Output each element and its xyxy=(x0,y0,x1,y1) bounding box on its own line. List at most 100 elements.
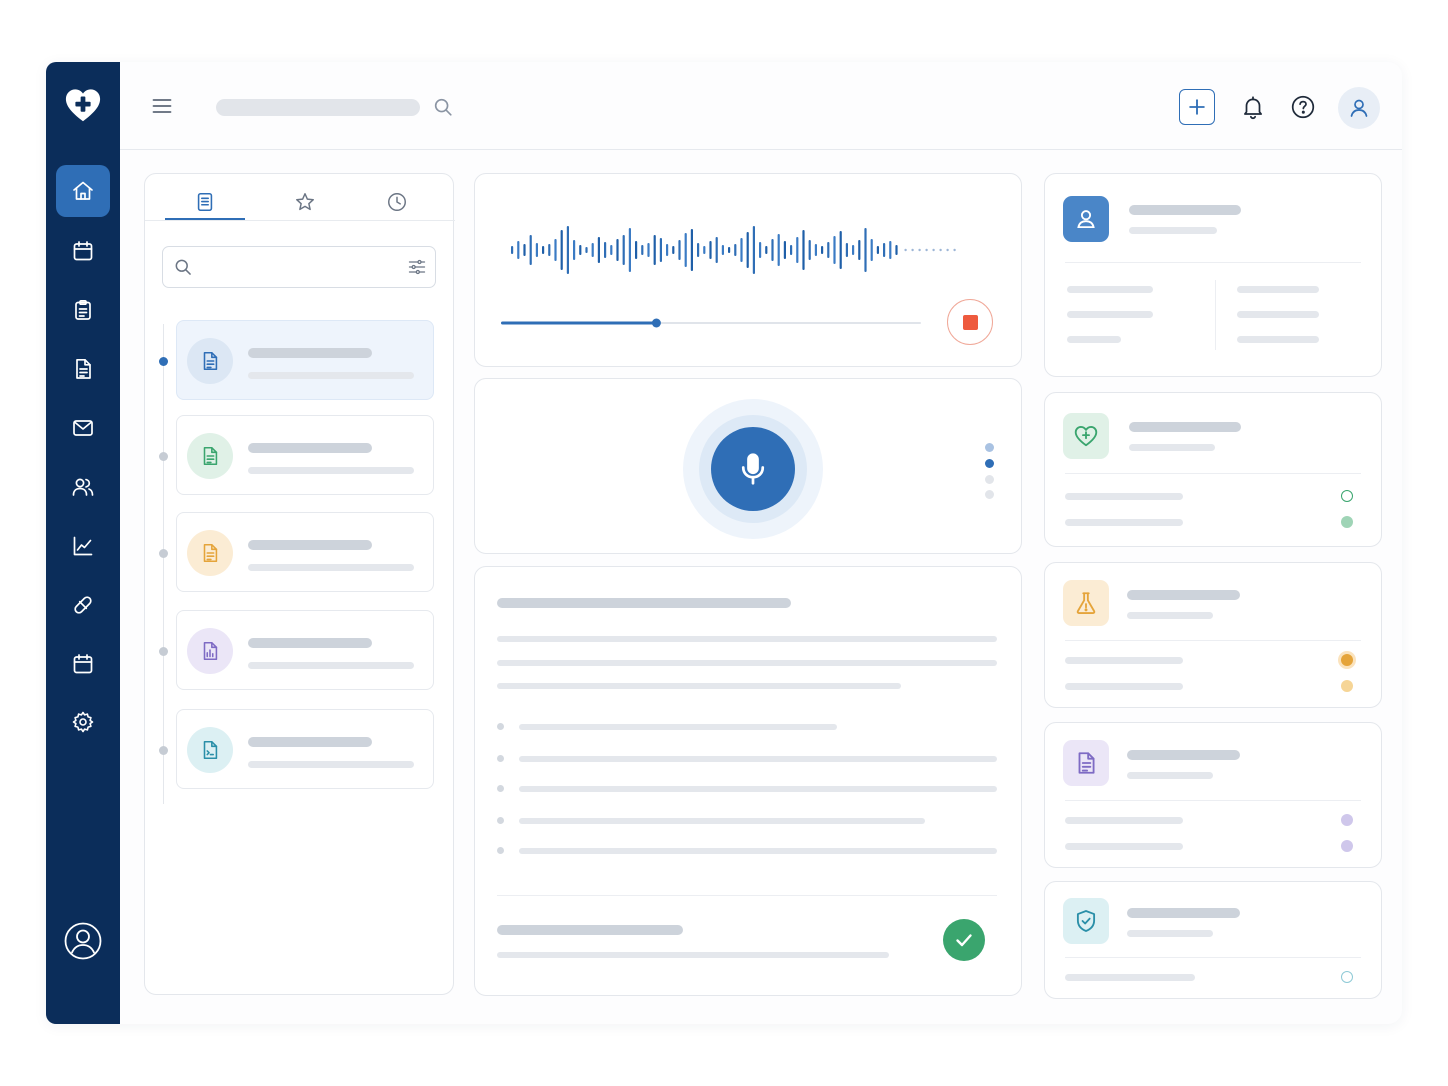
app-window xyxy=(46,62,1402,1024)
settings-icon xyxy=(71,710,95,734)
record-subtitle-placeholder xyxy=(248,467,414,474)
signature-title-placeholder xyxy=(497,925,683,935)
search-button[interactable] xyxy=(432,96,454,118)
record-subtitle-placeholder xyxy=(248,761,414,768)
record-title-placeholder xyxy=(248,348,372,358)
waveform-bar xyxy=(845,243,848,257)
waveform-bar xyxy=(752,226,755,274)
stop-recording-button[interactable] xyxy=(947,299,993,345)
playback-progress-slider[interactable] xyxy=(501,316,921,330)
timeline-dot xyxy=(159,549,168,558)
status-dot xyxy=(1341,654,1353,666)
sidebar-item-clipboard[interactable] xyxy=(56,284,110,336)
tab-history[interactable] xyxy=(357,184,437,220)
status-dot xyxy=(1341,971,1353,983)
status-dot xyxy=(1341,680,1353,692)
waveform-bar xyxy=(721,245,724,255)
bullet xyxy=(497,785,504,792)
record-title-placeholder xyxy=(248,638,372,648)
tab-notes[interactable] xyxy=(165,184,245,220)
divider xyxy=(1065,800,1361,801)
help-button[interactable] xyxy=(1290,94,1316,120)
confirm-button[interactable] xyxy=(943,919,985,961)
profile-button[interactable] xyxy=(62,920,104,962)
record-item[interactable] xyxy=(176,415,434,495)
detail-line xyxy=(1067,336,1121,343)
labs-subtitle-placeholder xyxy=(1127,612,1213,619)
vitals-subtitle-placeholder xyxy=(1129,444,1215,451)
waveform-bar xyxy=(802,230,805,270)
sidebar-item-patients[interactable] xyxy=(56,461,110,513)
waveform-bar xyxy=(783,241,786,259)
user-avatar-button[interactable] xyxy=(1338,87,1380,129)
waveform-bar xyxy=(777,234,780,266)
detail-line xyxy=(1237,336,1319,343)
waveform-bar xyxy=(579,245,582,255)
sidebar-item-documents[interactable] xyxy=(56,343,110,395)
slider-thumb[interactable] xyxy=(651,318,661,328)
record-subtitle-placeholder xyxy=(248,564,414,571)
patient-name-placeholder xyxy=(1129,205,1241,215)
bullet xyxy=(497,755,504,762)
waveform-bar xyxy=(870,239,873,261)
waveform-bar xyxy=(585,247,588,253)
sidebar-item-settings[interactable] xyxy=(56,696,110,748)
waveform-bar xyxy=(765,246,768,254)
sidebar-item-schedule[interactable] xyxy=(56,638,110,690)
sidebar-item-calendar[interactable] xyxy=(56,225,110,277)
waveform-pending-dot xyxy=(946,248,949,252)
notifications-button[interactable] xyxy=(1240,94,1266,120)
waveform-bar xyxy=(560,230,563,270)
waveform-bar xyxy=(808,240,811,260)
timeline-dot xyxy=(159,647,168,656)
dictation-card xyxy=(474,378,1022,554)
filter-sliders-icon[interactable] xyxy=(407,257,427,277)
search-input[interactable] xyxy=(216,99,420,116)
record-title-placeholder xyxy=(248,737,372,747)
waveform-bar xyxy=(728,247,731,253)
heart-pulse-icon xyxy=(1063,413,1109,459)
document-icon xyxy=(187,433,233,479)
note-text-line xyxy=(497,636,997,642)
waveform-bar xyxy=(759,242,762,258)
record-item[interactable] xyxy=(176,709,434,789)
waveform-bar xyxy=(796,237,799,263)
filter-search-input[interactable] xyxy=(203,257,393,279)
step-indicator-dot xyxy=(985,475,994,484)
step-indicator-dot xyxy=(985,490,994,499)
note-list-line xyxy=(519,818,925,824)
status-dot xyxy=(1341,840,1353,852)
help-icon xyxy=(1290,94,1316,120)
divider xyxy=(1065,473,1361,474)
step-indicator-dot xyxy=(985,443,994,452)
sidebar-item-messages[interactable] xyxy=(56,402,110,454)
waveform-bar xyxy=(839,231,842,269)
sidebar-item-medications[interactable] xyxy=(56,579,110,631)
record-item[interactable] xyxy=(176,610,434,690)
waveform-bar xyxy=(635,241,638,259)
sidebar-item-home[interactable] xyxy=(56,165,110,217)
clipboard-icon xyxy=(71,298,95,322)
waveform-bar xyxy=(672,246,675,254)
waveform-bar xyxy=(684,233,687,267)
microphone-button[interactable] xyxy=(711,427,795,511)
users-icon xyxy=(71,475,95,499)
waveform-pending-dot xyxy=(918,248,921,252)
microphone-icon xyxy=(735,451,771,487)
menu-icon xyxy=(150,94,174,118)
documents-line xyxy=(1065,843,1183,850)
waveform-pending-dot xyxy=(904,248,907,252)
documents-subtitle-placeholder xyxy=(1127,772,1213,779)
sidebar-item-analytics[interactable] xyxy=(56,520,110,572)
add-button[interactable] xyxy=(1179,89,1215,125)
record-item[interactable] xyxy=(176,512,434,592)
labs-line xyxy=(1065,683,1183,690)
waveform-bar xyxy=(659,238,662,262)
waveform-bar xyxy=(833,236,836,264)
step-indicator-dot xyxy=(985,459,994,468)
tab-favorites[interactable] xyxy=(265,184,345,220)
menu-button[interactable] xyxy=(150,94,174,118)
insurance-subtitle-placeholder xyxy=(1127,930,1213,937)
detail-line xyxy=(1237,311,1319,318)
record-item[interactable] xyxy=(176,320,434,400)
